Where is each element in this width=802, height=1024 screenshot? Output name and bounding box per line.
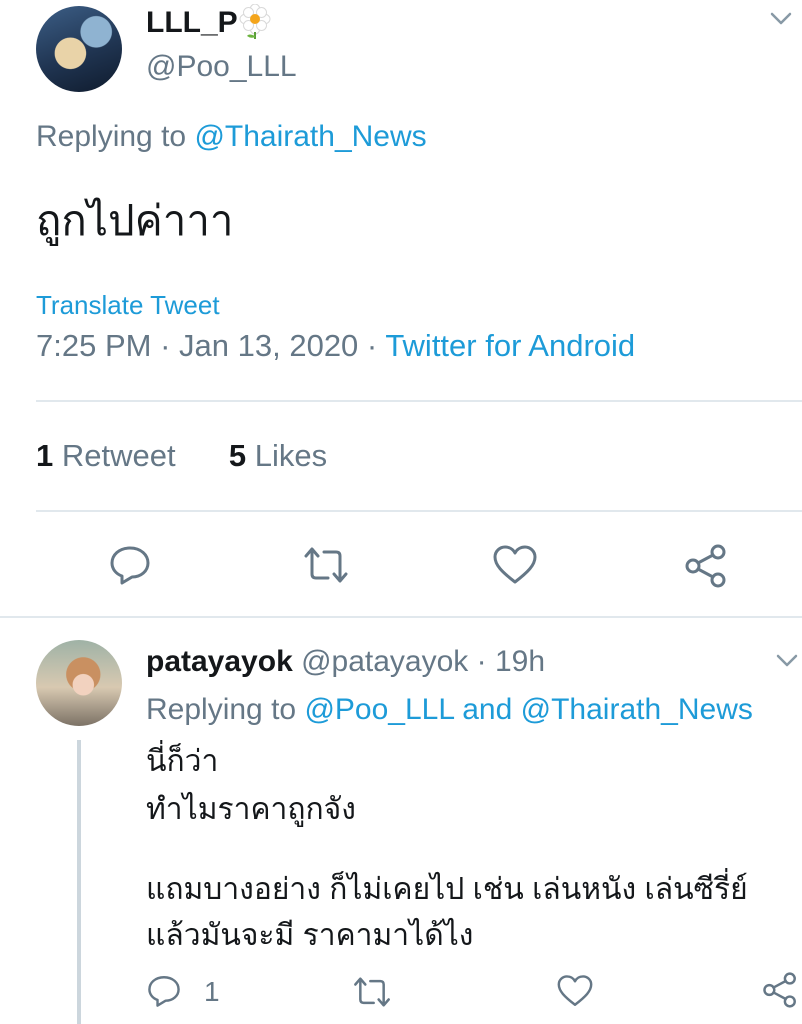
chevron-down-icon[interactable] xyxy=(776,654,798,668)
reply-age[interactable]: 19h xyxy=(495,645,545,678)
retweets-stat[interactable]: 1 Retweet xyxy=(36,438,176,473)
chevron-down-icon[interactable] xyxy=(770,12,792,26)
author-avatar[interactable] xyxy=(36,6,122,92)
like-icon[interactable] xyxy=(556,974,594,1008)
tweet-time[interactable]: 7:25 PM xyxy=(36,328,151,363)
translate-tweet-link[interactable]: Translate Tweet xyxy=(36,290,220,321)
reply-text-line: นี่ก็ว่า xyxy=(146,745,219,778)
section-separator xyxy=(0,616,802,618)
reply-text-line: ทำไมราคาถูกจัง xyxy=(146,793,356,826)
tweet-text: ถูกไปค่าาา xyxy=(36,197,234,244)
replying-to-line: Replying to @Thairath_News xyxy=(36,120,427,153)
reply-author-handle[interactable]: @patayayok xyxy=(301,645,468,678)
replying-to-link[interactable]: @Poo_LLL xyxy=(304,693,453,726)
reply-count: 1 xyxy=(204,976,220,1007)
tweet-stats: 1 Retweet 5 Likes xyxy=(36,438,327,474)
reply-author-name[interactable]: patayayok xyxy=(146,645,293,678)
flower-emoji-icon xyxy=(239,4,271,39)
share-icon[interactable] xyxy=(762,972,798,1008)
share-icon[interactable] xyxy=(684,544,728,588)
likes-stat[interactable]: 5 Likes xyxy=(229,438,327,473)
divider xyxy=(36,510,802,512)
thread-line xyxy=(77,740,81,1024)
author-handle[interactable]: @Poo_LLL xyxy=(146,50,297,84)
reply-text-line: แถมบางอย่าง ก็ไม่เคยไป เช่น เล่นหนัง เล่… xyxy=(146,873,748,906)
replying-to-link[interactable]: @Thairath_News xyxy=(194,120,426,153)
reply-text-line: แล้วมันจะมี ราคามาได้ไง xyxy=(146,919,474,952)
replying-to-link[interactable]: @Thairath_News xyxy=(521,693,753,726)
reply-replying-to-line: Replying to @Poo_LLL and @Thairath_News xyxy=(146,693,753,726)
reply-header: patayayok @patayayok · 19h xyxy=(146,645,546,678)
tweet-meta: 7:25 PM · Jan 13, 2020 · Twitter for And… xyxy=(36,328,636,363)
retweet-icon[interactable] xyxy=(302,546,350,584)
divider xyxy=(36,400,802,402)
reply-icon[interactable] xyxy=(108,544,152,586)
author-display-name[interactable]: LLL_P xyxy=(146,6,238,40)
reply-author-avatar[interactable] xyxy=(36,640,122,726)
tweet-source[interactable]: Twitter for Android xyxy=(385,328,635,363)
reply-icon[interactable] xyxy=(146,974,182,1008)
like-icon[interactable] xyxy=(492,544,538,586)
tweet-date[interactable]: Jan 13, 2020 xyxy=(179,328,358,363)
retweet-icon[interactable] xyxy=(352,976,392,1008)
